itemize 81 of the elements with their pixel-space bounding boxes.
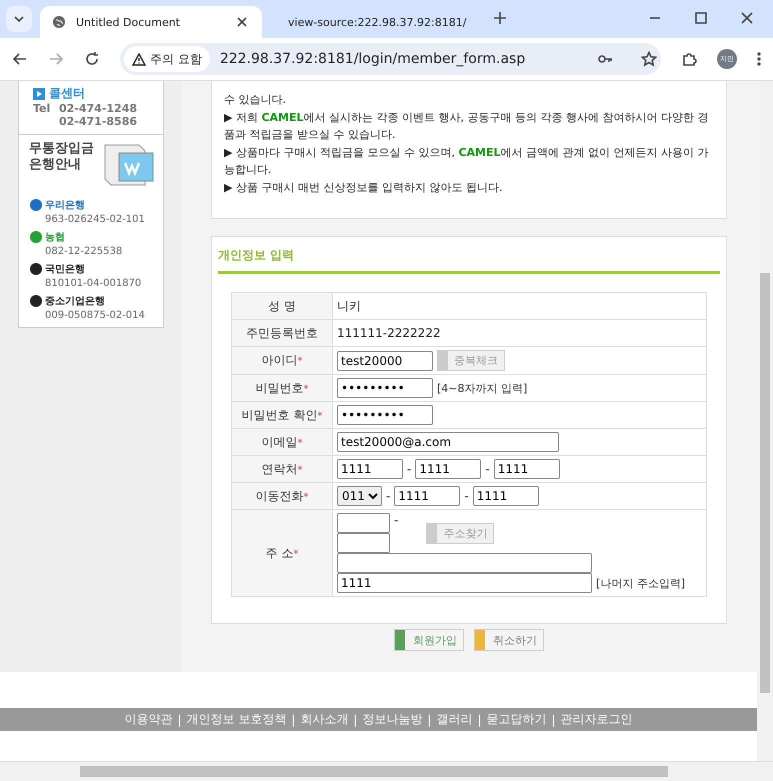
dash-text: -: [386, 489, 390, 503]
close-icon[interactable]: [739, 10, 755, 26]
bank-name: 중소기업은행: [29, 294, 157, 308]
carrier-select[interactable]: 011: [337, 486, 382, 506]
address-detail-input[interactable]: 1111: [337, 573, 592, 593]
bank-logo-icon: [29, 294, 43, 308]
account-number: 009-050875-02-014: [44, 310, 146, 321]
field-label: 아이디*: [262, 352, 302, 369]
cancel-button[interactable]: 취소하기: [474, 629, 544, 651]
notice-text: 수 있습니다.: [224, 92, 287, 108]
more-menu-icon[interactable]: [757, 51, 761, 67]
notice-text: ▶ 저희 CAMEL에서 실시하는 각종 이벤트 행사, 공동구매 등의 각종 행사에 참여하시어 다양한 경품과 적립금을 받으실 수 있습니다.: [224, 110, 710, 143]
address-input[interactable]: [337, 553, 592, 573]
call-center-label: 콜센터: [33, 85, 155, 102]
address-bar[interactable]: 주의 요함 222.98.37.92:8181/login/member_form.asp: [120, 43, 661, 75]
notice-text: ▶ 상품마다 구매시 적립금을 모으실 수 있으며, CAMEL에서 금액에 관계 없이 언제든지 사용이 가능합니다.: [224, 145, 710, 178]
browser-tab[interactable]: view-source:222.98.37.92:8181/: [266, 6, 488, 38]
bank-heading: 무통장입금: [29, 141, 94, 158]
address-hint: [나머지 주소입력]: [596, 576, 686, 590]
field-label: 이동전화*: [256, 488, 308, 504]
star-icon[interactable]: [641, 51, 657, 67]
account-number: 082-12-225538: [44, 246, 124, 257]
play-icon: [33, 88, 45, 100]
section-title: 개인정보 입력: [218, 245, 720, 274]
warning-icon: [132, 52, 146, 66]
field-label: 주 소*: [266, 544, 298, 562]
phone-number: 02-471-8586: [59, 115, 138, 128]
bank-logo-icon: [29, 262, 43, 276]
phone-input[interactable]: 1111: [337, 459, 403, 479]
dash-text: -: [394, 513, 398, 527]
dash-text: -: [485, 462, 490, 476]
password-input[interactable]: •••••••••: [337, 378, 433, 398]
separator-text: |: [552, 712, 556, 727]
field-value: 니키: [337, 298, 361, 314]
id-input[interactable]: test20000: [337, 350, 433, 370]
puzzle-icon[interactable]: [681, 51, 697, 67]
plus-icon[interactable]: [492, 10, 508, 26]
vertical-scrollbar[interactable]: [757, 81, 773, 761]
email-input[interactable]: test20000@a.com: [337, 432, 559, 452]
field-label: 연락처*: [262, 460, 302, 478]
bank-name: 우리은행: [29, 198, 157, 212]
bank-logo-icon: [29, 198, 43, 212]
separator-text: |: [477, 712, 482, 727]
field-value: 111111-2222222: [337, 326, 441, 340]
phone-input[interactable]: 1111: [472, 486, 539, 506]
bank-name: 국민은행: [29, 262, 157, 276]
phone-number: 02-474-1248: [59, 102, 138, 115]
notice-text: ▶ 상품 구매시 매번 신상정보를 입력하지 않아도 됩니다.: [224, 180, 504, 196]
field-label: 비밀번호 확인*: [242, 406, 322, 424]
field-label: 비밀번호*: [256, 380, 308, 396]
url-text: 222.98.37.92:8181/login/member_form.asp: [220, 51, 526, 67]
zip-input[interactable]: [337, 533, 390, 553]
dash-text: -: [464, 489, 469, 503]
phone-input[interactable]: 1111: [415, 459, 482, 479]
globe-icon: [52, 15, 66, 29]
phone-input[interactable]: 1111: [494, 459, 560, 479]
reload-icon[interactable]: [84, 51, 100, 67]
bank-name: 농협: [29, 230, 157, 244]
bank-logo-icon: [29, 230, 43, 244]
field-label: 이메일*: [262, 434, 302, 450]
account-number: 963-026245-02-101: [44, 214, 146, 225]
password-input[interactable]: •••••••••: [337, 405, 433, 425]
browser-tab[interactable]: Untitled Document: [40, 6, 262, 38]
tab-list-button[interactable]: [6, 6, 32, 32]
field-label: 주민등록번호: [246, 324, 318, 342]
separator-text: |: [353, 712, 358, 727]
field-label: 성 명: [268, 298, 296, 314]
password-hint: [4~8자까지 입력]: [437, 380, 528, 396]
separator-text: |: [177, 712, 182, 727]
horizontal-scrollbar[interactable]: [0, 761, 773, 781]
back-arrow-icon[interactable]: [12, 51, 28, 67]
bank-heading: 은행안내: [29, 157, 82, 174]
account-number: 810101-04-001870: [44, 278, 142, 289]
zip-input[interactable]: [337, 513, 390, 533]
tel-label: Tel: [33, 102, 52, 115]
separator-text: |: [291, 712, 296, 727]
security-chip[interactable]: 주의 요함: [124, 46, 210, 72]
phone-input[interactable]: 1111: [394, 486, 460, 506]
separator-text: |: [427, 712, 432, 727]
maximize-icon[interactable]: [693, 10, 709, 26]
dash-text: -: [407, 462, 412, 476]
